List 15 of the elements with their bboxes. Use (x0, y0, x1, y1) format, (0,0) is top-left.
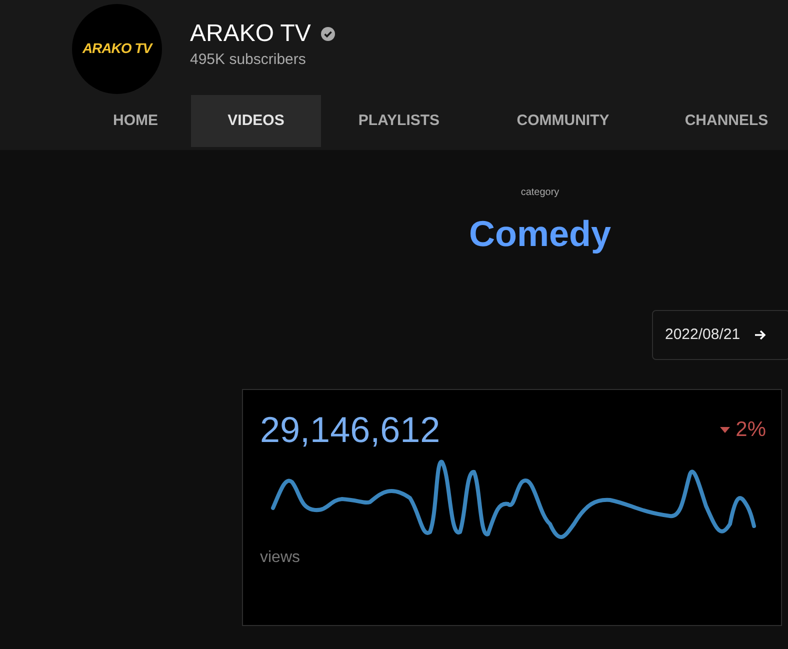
category-title: Comedy (468, 212, 612, 256)
channel-tab[interactable]: VIDEOS (191, 95, 321, 147)
subscriber-count: 495K subscribers (190, 50, 307, 70)
channel-tab[interactable]: HOME (80, 95, 191, 147)
view-count: 29,146,612 (260, 408, 440, 452)
date-button[interactable]: 2022/08/21 (652, 310, 788, 360)
views-caption: views (260, 548, 302, 568)
channel-tab[interactable]: PLAYLISTS (321, 95, 477, 147)
change-percent: 2% (736, 417, 766, 443)
channel-tab[interactable]: CHANNELS (649, 95, 788, 147)
channel-tab[interactable]: COMMUNITY (477, 95, 649, 147)
arrow-right-icon (754, 329, 766, 341)
category-label: category (520, 186, 560, 200)
channel-name: ARAKO TV (190, 19, 311, 50)
logo-text: ARAKO TV (82, 39, 152, 58)
